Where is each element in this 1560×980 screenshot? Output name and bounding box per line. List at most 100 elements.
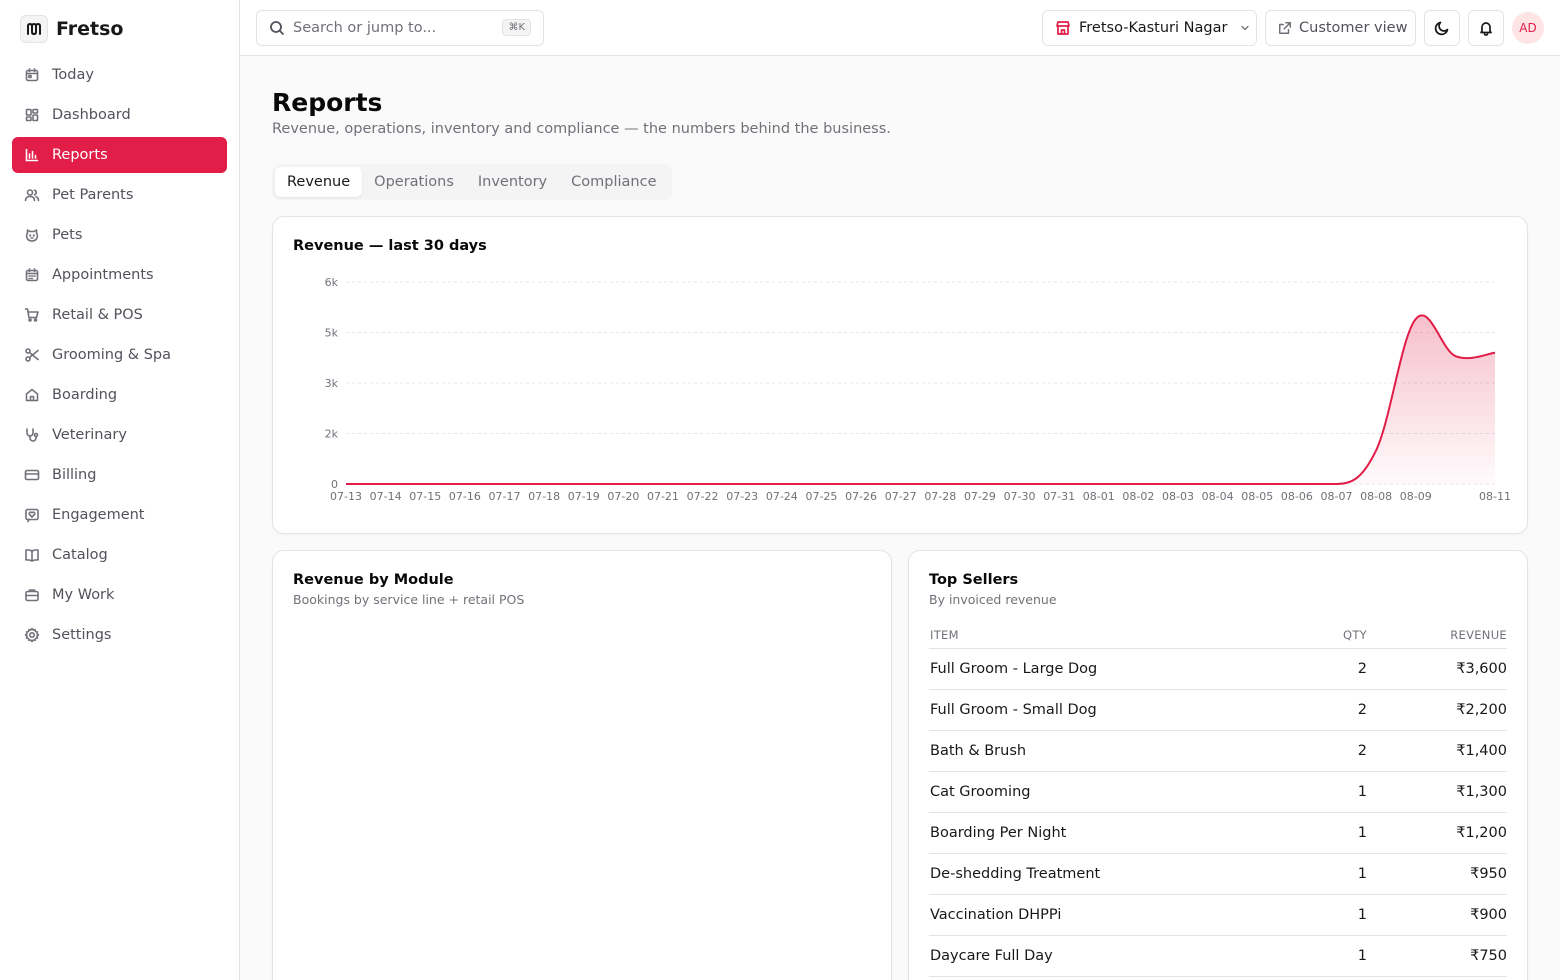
sidebar-item-reports[interactable]: Reports xyxy=(12,137,227,173)
shopping-cart-icon xyxy=(24,307,40,323)
cell-qty: 1 xyxy=(1357,907,1367,923)
x-tick-label: 08-01 xyxy=(1083,490,1115,503)
search-shortcut: ⌘K xyxy=(502,19,531,36)
column-header-qty: QTY xyxy=(1342,627,1367,642)
report-tabs: Revenue Operations Inventory Compliance xyxy=(272,164,672,200)
tab-compliance[interactable]: Compliance xyxy=(559,167,668,197)
column-header-item: ITEM xyxy=(930,627,959,642)
chevron-down-icon xyxy=(1241,25,1250,31)
cell-qty: 1 xyxy=(1357,866,1367,882)
x-tick-label: 07-14 xyxy=(370,490,402,503)
sidebar-item-label: Pets xyxy=(52,227,83,243)
table-row[interactable]: Vaccination DHPPi 1 ₹900 xyxy=(929,895,1507,936)
y-tick-label: 5k xyxy=(325,327,339,340)
theme-toggle-button[interactable] xyxy=(1424,10,1460,46)
cell-revenue: ₹950 xyxy=(1470,866,1507,882)
sidebar-item-veterinary[interactable]: Veterinary xyxy=(12,417,227,453)
notifications-button[interactable] xyxy=(1468,10,1504,46)
sidebar-item-retail-pos[interactable]: Retail & POS xyxy=(12,297,227,333)
sidebar-item-label: Boarding xyxy=(52,387,118,403)
page-subtitle: Revenue, operations, inventory and compl… xyxy=(272,121,891,137)
x-tick-label: 07-20 xyxy=(607,490,639,503)
revenue-chart: 02k3k5k6k07-13 07-14 07-15 07-16 07-17 07-18 0… xyxy=(325,276,1511,503)
sidebar-item-label: Billing xyxy=(52,467,97,483)
tab-inventory[interactable]: Inventory xyxy=(466,167,559,197)
cell-item: Bath & Brush xyxy=(930,743,1027,759)
customer-view-button[interactable]: Customer view xyxy=(1265,10,1416,46)
x-tick-label: 07-22 xyxy=(687,490,719,503)
x-tick-label: 08-05 xyxy=(1241,490,1273,503)
cell-revenue: ₹750 xyxy=(1470,948,1507,964)
users-icon xyxy=(24,187,40,203)
sidebar-item-label: Dashboard xyxy=(52,107,131,123)
cell-item: Boarding Per Night xyxy=(930,825,1067,841)
stethoscope-icon xyxy=(24,427,40,443)
cell-item: Cat Grooming xyxy=(930,784,1031,800)
sidebar-item-grooming-spa[interactable]: Grooming & Spa xyxy=(12,337,227,373)
cell-qty: 2 xyxy=(1357,743,1367,759)
sellers-card-subtitle: By invoiced revenue xyxy=(929,592,1057,607)
search-icon xyxy=(270,21,285,36)
x-tick-label: 07-31 xyxy=(1043,490,1075,503)
revenue-area xyxy=(346,315,1495,484)
sidebar-item-today[interactable]: Today xyxy=(12,57,227,93)
sidebar-item-label: Catalog xyxy=(52,547,108,563)
table-row[interactable]: Boarding Per Night 1 ₹1,200 xyxy=(929,813,1507,854)
layout-grid-icon xyxy=(24,107,40,123)
sidebar: Fretso Today Dashboard Reports Pet Parents P… xyxy=(0,0,240,980)
revenue-by-module-card: Revenue by Module Bookings by service li… xyxy=(272,550,892,980)
sidebar-item-label: Settings xyxy=(52,627,112,643)
x-tick-label: 08-08 xyxy=(1360,490,1392,503)
x-tick-label: 08-06 xyxy=(1281,490,1313,503)
tab-operations[interactable]: Operations xyxy=(362,167,466,197)
home-icon xyxy=(24,387,40,403)
sidebar-item-label: Grooming & Spa xyxy=(52,347,171,363)
x-tick-label: 07-13 xyxy=(330,490,362,503)
sidebar-item-appointments[interactable]: Appointments xyxy=(12,257,227,293)
table-row[interactable]: Bath & Brush 2 ₹1,400 xyxy=(929,731,1507,772)
external-link-icon xyxy=(1279,22,1291,34)
sidebar-item-pet-parents[interactable]: Pet Parents xyxy=(12,177,227,213)
avatar[interactable]: AD xyxy=(1512,12,1544,44)
brand[interactable]: Fretso xyxy=(20,14,123,44)
tab-revenue[interactable]: Revenue xyxy=(275,167,363,197)
search-input[interactable]: Search or jump to... ⌘K xyxy=(256,10,544,46)
cell-item: Daycare Full Day xyxy=(930,948,1053,964)
sidebar-item-label: My Work xyxy=(52,587,115,603)
search-placeholder: Search or jump to... xyxy=(293,20,437,36)
table-row[interactable]: Cat Grooming 1 ₹1,300 xyxy=(929,772,1507,813)
cell-item: Full Groom - Large Dog xyxy=(930,661,1098,677)
sidebar-item-settings[interactable]: Settings xyxy=(12,617,227,653)
sidebar-item-engagement[interactable]: Engagement xyxy=(12,497,227,533)
sidebar-item-my-work[interactable]: My Work xyxy=(12,577,227,613)
cell-item: Vaccination DHPPi xyxy=(930,907,1062,923)
book-open-icon xyxy=(24,547,40,563)
scissors-icon xyxy=(24,347,40,363)
y-tick-label: 2k xyxy=(325,428,339,441)
sidebar-item-label: Engagement xyxy=(52,507,145,523)
table-row[interactable]: Full Groom - Large Dog 2 ₹3,600 xyxy=(929,649,1507,690)
x-tick-label: 07-15 xyxy=(409,490,441,503)
sidebar-item-label: Today xyxy=(52,67,94,83)
table-row[interactable]: Full Groom - Small Dog 2 ₹2,200 xyxy=(929,690,1507,731)
sidebar-item-dashboard[interactable]: Dashboard xyxy=(12,97,227,133)
sidebar-item-pets[interactable]: Pets xyxy=(12,217,227,253)
x-tick-label: 07-29 xyxy=(964,490,996,503)
revenue-line xyxy=(345,314,1496,486)
calendar-icon xyxy=(24,67,40,83)
sidebar-item-billing[interactable]: Billing xyxy=(12,457,227,493)
cell-qty: 1 xyxy=(1357,825,1367,841)
sidebar-item-catalog[interactable]: Catalog xyxy=(12,537,227,573)
revenue-chart-card: Revenue — last 30 days 0 2k 3k 5k 6k 07-13 07-… xyxy=(272,216,1528,534)
sidebar-item-boarding[interactable]: Boarding xyxy=(12,377,227,413)
x-tick-label: 07-18 xyxy=(528,490,560,503)
table-row[interactable]: Daycare Full Day 1 ₹750 xyxy=(929,936,1507,977)
top-sellers-card: Top Sellers By invoiced revenue ITEM QTY… xyxy=(908,550,1528,980)
x-tick-label: 07-25 xyxy=(805,490,837,503)
table-row[interactable]: De-shedding Treatment 1 ₹950 xyxy=(929,854,1507,895)
location-selector[interactable]: Fretso-Kasturi Nagar xyxy=(1042,10,1257,46)
module-card-title: Revenue by Module xyxy=(293,572,454,588)
topbar: Search or jump to... ⌘K Fretso-Kasturi N… xyxy=(240,0,1560,56)
cell-qty: 2 xyxy=(1357,702,1367,718)
cell-item: De-shedding Treatment xyxy=(930,866,1101,882)
